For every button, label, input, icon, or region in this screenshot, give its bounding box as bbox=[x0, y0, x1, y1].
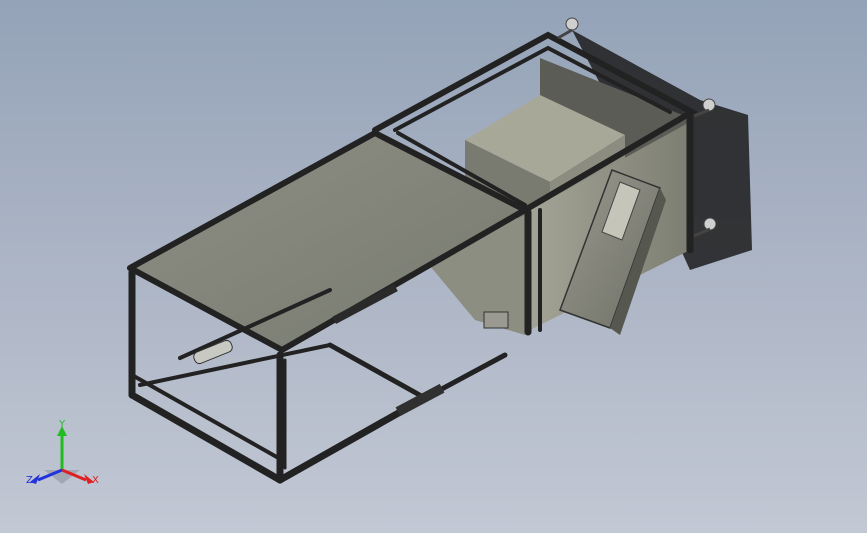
lower-slide bbox=[395, 383, 445, 417]
cad-viewport[interactable]: Y X Z bbox=[0, 0, 867, 533]
x-axis-label: X bbox=[92, 475, 99, 486]
orientation-triad[interactable]: Y X Z bbox=[22, 418, 106, 494]
triad-base bbox=[44, 470, 80, 484]
frame-assembly-model[interactable] bbox=[0, 0, 867, 533]
y-axis-label: Y bbox=[59, 419, 66, 430]
bracket-block bbox=[483, 311, 509, 329]
z-axis-label: Z bbox=[26, 475, 33, 486]
